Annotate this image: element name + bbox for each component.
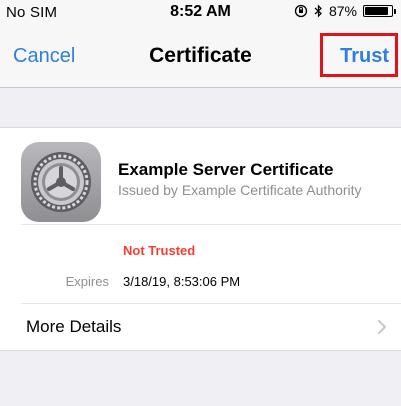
certificate-card: Example Server Certificate Issued by Exa… [0,127,401,351]
chevron-right-icon [377,319,387,335]
navigation-bar: Cancel Certificate Trust [0,28,401,88]
battery-percent: 87% [328,3,357,19]
more-details-row[interactable]: More Details [0,304,401,350]
divider [21,224,401,225]
certificate-issuer: Issued by Example Certificate Authority [118,182,362,198]
status-bar: No SIM 8:52 AM 87% [0,0,401,28]
status-indicators: 87% [294,3,396,19]
trust-button[interactable]: Trust [340,45,389,68]
battery-icon [363,5,396,17]
expires-label: Expires [65,274,109,289]
orientation-lock-icon [294,4,308,18]
battery-tip [394,9,396,14]
more-details-label: More Details [26,317,122,336]
certificate-screen: No SIM 8:52 AM 87% Cancel Certificate Tr… [0,0,401,406]
trust-highlight-box: Trust [320,33,398,77]
bluetooth-icon [314,4,323,18]
battery-level [365,7,388,15]
gear-icon [21,142,101,222]
trust-status: Not Trusted [123,243,196,258]
expires-value: 3/18/19, 8:53:06 PM [123,274,241,289]
certificate-name: Example Server Certificate [118,160,334,179]
